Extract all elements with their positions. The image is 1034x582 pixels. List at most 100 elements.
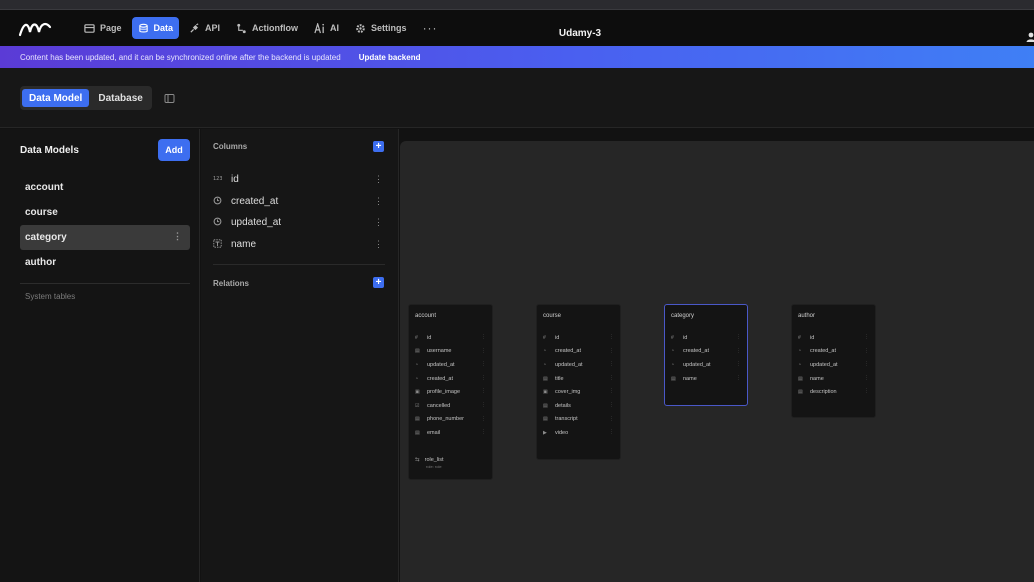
schema-canvas[interactable]: account # id ⋮ ▤ username ⋮ ◔ updated_at ⋮ ◔ cr… — [400, 141, 1034, 582]
model-card-course[interactable]: course # id ⋮ ◔ created_at ⋮ ◔ updated_at ⋮ ▤ t… — [536, 304, 621, 460]
card-column-row: ▤ details ⋮ — [537, 399, 620, 413]
banner-message: Content has been updated, and it can be … — [20, 52, 341, 62]
add-relation-button[interactable]: + — [373, 277, 384, 288]
divider — [20, 283, 190, 284]
card-row-menu-icon: ⋮ — [609, 388, 614, 395]
card-row-menu-icon: ⋮ — [736, 361, 741, 368]
model-card-account[interactable]: account # id ⋮ ▤ username ⋮ ◔ updated_at ⋮ ◔ cr… — [408, 304, 493, 480]
actionflow-icon — [237, 23, 246, 33]
card-column-name: title — [555, 375, 564, 382]
model-card-title: author — [798, 313, 816, 319]
card-column-row: ▤ name ⋮ — [792, 372, 875, 386]
clock-glyph — [213, 217, 222, 226]
relation-icon: ⇆ — [415, 457, 420, 463]
column-name: created_at — [231, 195, 279, 207]
nav-data[interactable]: Data — [131, 17, 180, 39]
nav-page[interactable]: Page — [78, 17, 128, 39]
card-row-menu-icon: ⋮ — [736, 347, 741, 354]
card-column-name: updated_at — [683, 361, 711, 368]
user-avatar-icon[interactable] — [1026, 32, 1034, 42]
add-model-button[interactable]: Add — [158, 139, 190, 161]
update-backend-link[interactable]: Update backend — [359, 53, 421, 62]
main-nav: Page Data API Actionflow AI Settings ··· — [78, 17, 444, 39]
column-row[interactable]: updated_at ⋮ — [213, 212, 385, 234]
model-detail-panel: Columns + 123 id ⋮ created_at ⋮ updated_… — [201, 129, 399, 582]
model-card-author[interactable]: author # id ⋮ ◔ created_at ⋮ ◔ updated_at ⋮ ▤ n… — [791, 304, 876, 418]
card-column-name: username — [427, 348, 452, 355]
clock-glyph — [213, 196, 222, 205]
column-row[interactable]: 123 id ⋮ — [213, 169, 385, 191]
column-row[interactable]: created_at ⋮ — [213, 191, 385, 213]
clock-icon: ◔ — [798, 361, 802, 368]
clock-icon — [213, 217, 231, 228]
card-row-menu-icon: ⋮ — [481, 361, 486, 368]
text-icon: ▤ — [415, 429, 420, 436]
clock-icon: ◔ — [415, 375, 419, 382]
column-menu-icon[interactable]: ⋮ — [374, 174, 383, 185]
columns-section-title: Columns — [213, 142, 248, 151]
column-menu-icon[interactable]: ⋮ — [374, 196, 383, 207]
card-column-row: ◔ created_at ⋮ — [409, 372, 492, 386]
text-icon: ▤ — [543, 375, 548, 382]
card-row-menu-icon: ⋮ — [481, 347, 486, 354]
relation-name: role_list — [424, 457, 444, 463]
card-column-row: ◔ created_at ⋮ — [665, 345, 747, 359]
system-tables-toggle[interactable]: System tables — [25, 292, 75, 301]
card-column-row: # id ⋮ — [537, 331, 620, 345]
column-name: name — [231, 238, 257, 250]
gear-icon — [356, 23, 365, 33]
card-column-row: ▤ email ⋮ — [409, 426, 492, 440]
clock-icon: ◔ — [415, 361, 419, 368]
card-column-name: created_at — [683, 348, 709, 355]
card-row-menu-icon: ⋮ — [481, 374, 486, 381]
tab-database[interactable]: Database — [91, 89, 149, 107]
card-column-row: ▤ name ⋮ — [665, 372, 747, 386]
card-row-menu-icon: ⋮ — [609, 429, 614, 436]
more-menu-button[interactable]: ··· — [417, 21, 444, 35]
card-column-name: phone_number — [427, 416, 465, 423]
nav-page-label: Page — [100, 23, 122, 33]
app-logo-icon[interactable] — [18, 18, 54, 38]
model-card-title: category — [671, 313, 695, 319]
page-icon — [84, 23, 95, 33]
toggle-panel-icon[interactable] — [164, 93, 175, 104]
clock-icon: ◔ — [671, 348, 675, 355]
card-row-menu-icon: ⋮ — [864, 361, 869, 368]
card-row-menu-icon: ⋮ — [864, 347, 869, 354]
column-menu-icon[interactable]: ⋮ — [374, 239, 383, 250]
card-column-name: updated_at — [427, 361, 455, 368]
card-row-menu-icon: ⋮ — [609, 347, 614, 354]
column-menu-icon[interactable]: ⋮ — [374, 217, 383, 228]
image-icon: ▣ — [543, 389, 548, 396]
card-column-name: description — [810, 389, 837, 396]
image-icon: ▣ — [415, 389, 420, 396]
text-icon: ▤ — [671, 375, 676, 382]
model-item-category[interactable]: category ⋮ — [20, 225, 190, 250]
card-row-menu-icon: ⋮ — [864, 374, 869, 381]
model-item-menu-icon[interactable]: ⋮ — [173, 231, 182, 242]
id-icon: # — [543, 334, 546, 341]
add-column-button[interactable]: + — [373, 141, 384, 152]
column-list: 123 id ⋮ created_at ⋮ updated_at ⋮ name … — [213, 169, 385, 255]
card-column-name: cancelled — [427, 402, 451, 409]
card-column-name: details — [555, 402, 571, 409]
relations-section-title: Relations — [213, 279, 250, 288]
model-item-account[interactable]: account — [20, 175, 190, 200]
tab-data-model[interactable]: Data Model — [22, 89, 90, 107]
text-icon: ▤ — [543, 402, 548, 409]
model-item-author[interactable]: author — [20, 250, 190, 275]
card-column-name: profile_image — [427, 389, 461, 396]
card-column-row: # id ⋮ — [409, 331, 492, 345]
nav-api[interactable]: API — [183, 17, 226, 39]
card-column-row: ◔ updated_at ⋮ — [792, 358, 875, 372]
model-item-course[interactable]: course — [20, 200, 190, 225]
clock-icon: ◔ — [671, 361, 675, 368]
column-row[interactable]: name ⋮ — [213, 234, 385, 256]
nav-ai[interactable]: AI — [308, 17, 345, 39]
card-row-menu-icon: ⋮ — [609, 401, 614, 408]
card-column-name: cover_img — [555, 389, 581, 396]
nav-actionflow[interactable]: Actionflow — [230, 17, 304, 39]
card-column-row: ▤ description ⋮ — [792, 385, 875, 399]
model-card-category[interactable]: category # id ⋮ ◔ created_at ⋮ ◔ updated_at ⋮ … — [664, 304, 748, 406]
nav-settings[interactable]: Settings — [349, 17, 413, 39]
